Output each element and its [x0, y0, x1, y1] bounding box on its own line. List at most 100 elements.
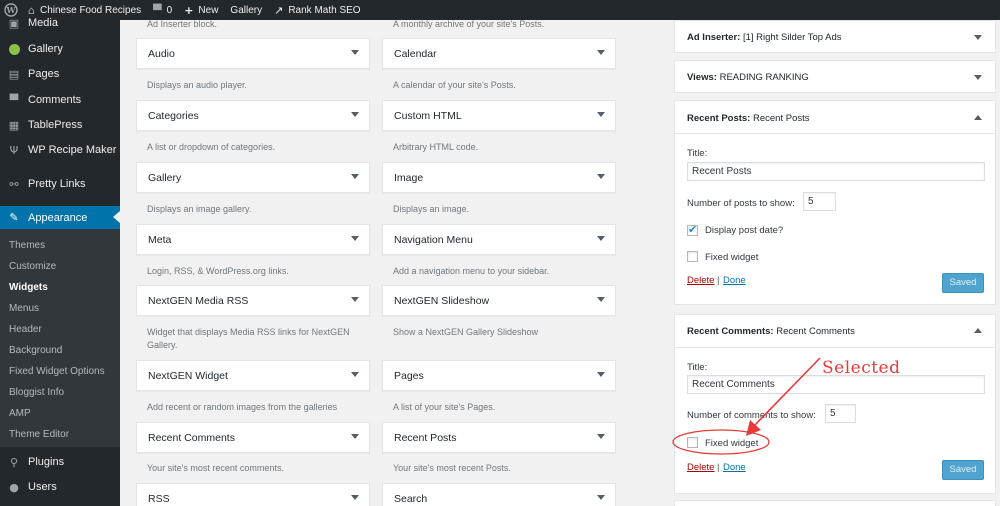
- caret-down-icon[interactable]: [597, 236, 605, 241]
- submenu-background[interactable]: Background: [9, 345, 62, 356]
- menu-item-wp-recipe-maker[interactable]: Ψ WP Recipe Maker: [0, 139, 120, 161]
- done-link[interactable]: Done: [723, 275, 746, 286]
- submenu-amp[interactable]: AMP: [9, 408, 31, 419]
- caret-down-icon[interactable]: [597, 495, 605, 500]
- widget-header[interactable]: Recent Comments: Recent Comments: [687, 326, 855, 337]
- widget-gallery[interactable]: Gallery: [136, 162, 370, 193]
- caret-down-icon[interactable]: [351, 174, 359, 179]
- sidebar-widget-ad-inserter[interactable]: Ad Inserter: [1] Right Silder Top Ads: [674, 20, 996, 53]
- caret-down-icon[interactable]: [597, 297, 605, 302]
- display-date-label: Display post date?: [705, 225, 784, 236]
- submenu-fixed-widget-options[interactable]: Fixed Widget Options: [9, 366, 105, 377]
- submenu-header[interactable]: Header: [9, 324, 42, 335]
- caret-down-icon[interactable]: [351, 236, 359, 241]
- menu-item-users[interactable]: ● Users: [0, 476, 120, 498]
- caret-down-icon[interactable]: [351, 495, 359, 500]
- widget-navigation-menu[interactable]: Navigation Menu: [382, 224, 616, 255]
- number-input[interactable]: 5: [803, 192, 836, 211]
- menu-item-label: Comments: [28, 94, 82, 106]
- widget-recent-posts[interactable]: Recent Posts: [382, 422, 616, 453]
- widget-search[interactable]: Search: [382, 483, 616, 506]
- widget-description: A calendar of your site's Posts.: [393, 80, 516, 90]
- fixed-widget-checkbox[interactable]: [687, 251, 698, 262]
- caret-down-icon[interactable]: [351, 112, 359, 117]
- caret-down-icon[interactable]: [351, 297, 359, 302]
- widget-audio[interactable]: Audio: [136, 38, 370, 69]
- delete-link[interactable]: Delete: [687, 462, 714, 473]
- menu-item-label: Users: [28, 481, 57, 493]
- caret-up-icon[interactable]: [974, 328, 982, 333]
- widget-title: NextGEN Widget: [148, 370, 228, 382]
- menu-item-plugins[interactable]: ⚲ Plugins: [0, 451, 120, 473]
- paintbrush-icon: ✎: [9, 211, 19, 224]
- rank-math-link[interactable]: ↗ Rank Math SEO: [268, 0, 366, 20]
- submenu-themes[interactable]: Themes: [9, 240, 45, 251]
- widget-categories[interactable]: Categories: [136, 100, 370, 131]
- widget-meta[interactable]: Meta: [136, 224, 370, 255]
- comments-link[interactable]: ▀ 0: [147, 0, 178, 20]
- caret-up-icon[interactable]: [974, 115, 982, 120]
- widget-title: RSS: [148, 493, 170, 505]
- submenu-customize[interactable]: Customize: [9, 261, 56, 272]
- menu-item-pretty-links[interactable]: ⚯ Pretty Links: [0, 173, 120, 195]
- caret-down-icon[interactable]: [351, 434, 359, 439]
- caret-down-icon[interactable]: [351, 372, 359, 377]
- widget-rss[interactable]: RSS: [136, 483, 370, 506]
- done-link[interactable]: Done: [723, 462, 746, 473]
- menu-item-pages[interactable]: ▤ Pages: [0, 63, 120, 85]
- sidebar-widget-next[interactable]: [674, 500, 996, 506]
- widget-custom-html[interactable]: Custom HTML: [382, 100, 616, 131]
- caret-down-icon[interactable]: [597, 372, 605, 377]
- saved-button[interactable]: Saved: [942, 273, 984, 293]
- number-input[interactable]: 5: [825, 404, 856, 423]
- widget-nextgen-slideshow[interactable]: NextGEN Slideshow: [382, 285, 616, 316]
- caret-down-icon[interactable]: [597, 434, 605, 439]
- widget-calendar[interactable]: Calendar: [382, 38, 616, 69]
- caret-down-icon[interactable]: [597, 50, 605, 55]
- submenu-menus[interactable]: Menus: [9, 303, 39, 314]
- fixed-widget-checkbox[interactable]: [687, 437, 698, 448]
- caret-down-icon[interactable]: [974, 75, 982, 80]
- caret-down-icon[interactable]: [597, 174, 605, 179]
- delete-link[interactable]: Delete: [687, 275, 714, 286]
- caret-down-icon[interactable]: [351, 50, 359, 55]
- widget-pages[interactable]: Pages: [382, 360, 616, 391]
- caret-down-icon[interactable]: [597, 112, 605, 117]
- new-content-link[interactable]: + New: [178, 0, 224, 20]
- widget-instance-title: Recent Comments: [776, 326, 855, 337]
- widget-nextgen-media-rss[interactable]: NextGEN Media RSS: [136, 285, 370, 316]
- menu-item-appearance[interactable]: ✎ Appearance: [0, 206, 120, 229]
- sidebar-widget-views[interactable]: Views: READING RANKING: [674, 60, 996, 93]
- widget-title: Categories: [148, 110, 199, 122]
- divider: [675, 133, 995, 134]
- menu-item-media[interactable]: ▣ Media: [0, 12, 120, 34]
- widget-type: Recent Comments:: [687, 326, 774, 337]
- caret-down-icon[interactable]: [974, 35, 982, 40]
- widget-type: Recent Posts:: [687, 113, 751, 124]
- gallery-link[interactable]: Gallery: [224, 0, 268, 20]
- display-date-checkbox[interactable]: [687, 223, 698, 236]
- title-label: Title:: [687, 148, 708, 159]
- rank-math-icon: ↗: [274, 3, 284, 17]
- widget-header[interactable]: Recent Posts: Recent Posts: [687, 113, 810, 124]
- widget-title: Meta: [148, 234, 172, 246]
- submenu-bloggist-info[interactable]: Bloggist Info: [9, 387, 64, 398]
- menu-item-tablepress[interactable]: ▦ TablePress: [0, 114, 120, 136]
- widget-description: A list of your site's Pages.: [393, 402, 496, 412]
- widget-description: Displays an image gallery.: [147, 204, 252, 214]
- widget-title: NextGEN Media RSS: [148, 295, 249, 307]
- menu-item-gallery[interactable]: Gallery: [0, 38, 120, 60]
- widget-description: Add a navigation menu to your sidebar.: [393, 266, 550, 276]
- submenu-theme-editor[interactable]: Theme Editor: [9, 429, 69, 440]
- widget-image[interactable]: Image: [382, 162, 616, 193]
- saved-button[interactable]: Saved: [942, 460, 984, 480]
- admin-bar: W ⌂ Chinese Food Recipes ▀ 0 + New Galle…: [0, 0, 1000, 20]
- sidebar-widget-recent-comments: Recent Comments: Recent Comments Title: …: [674, 314, 996, 494]
- menu-item-comments[interactable]: ▀ Comments: [0, 89, 120, 111]
- sidebar-widget-recent-posts: Recent Posts: Recent Posts Title: Recent…: [674, 100, 996, 305]
- widget-description: Login, RSS, & WordPress.org links.: [147, 266, 289, 276]
- widget-recent-comments[interactable]: Recent Comments: [136, 422, 370, 453]
- widget-nextgen-widget[interactable]: NextGEN Widget: [136, 360, 370, 391]
- title-input[interactable]: Recent Posts: [687, 162, 985, 181]
- submenu-widgets[interactable]: Widgets: [9, 282, 48, 293]
